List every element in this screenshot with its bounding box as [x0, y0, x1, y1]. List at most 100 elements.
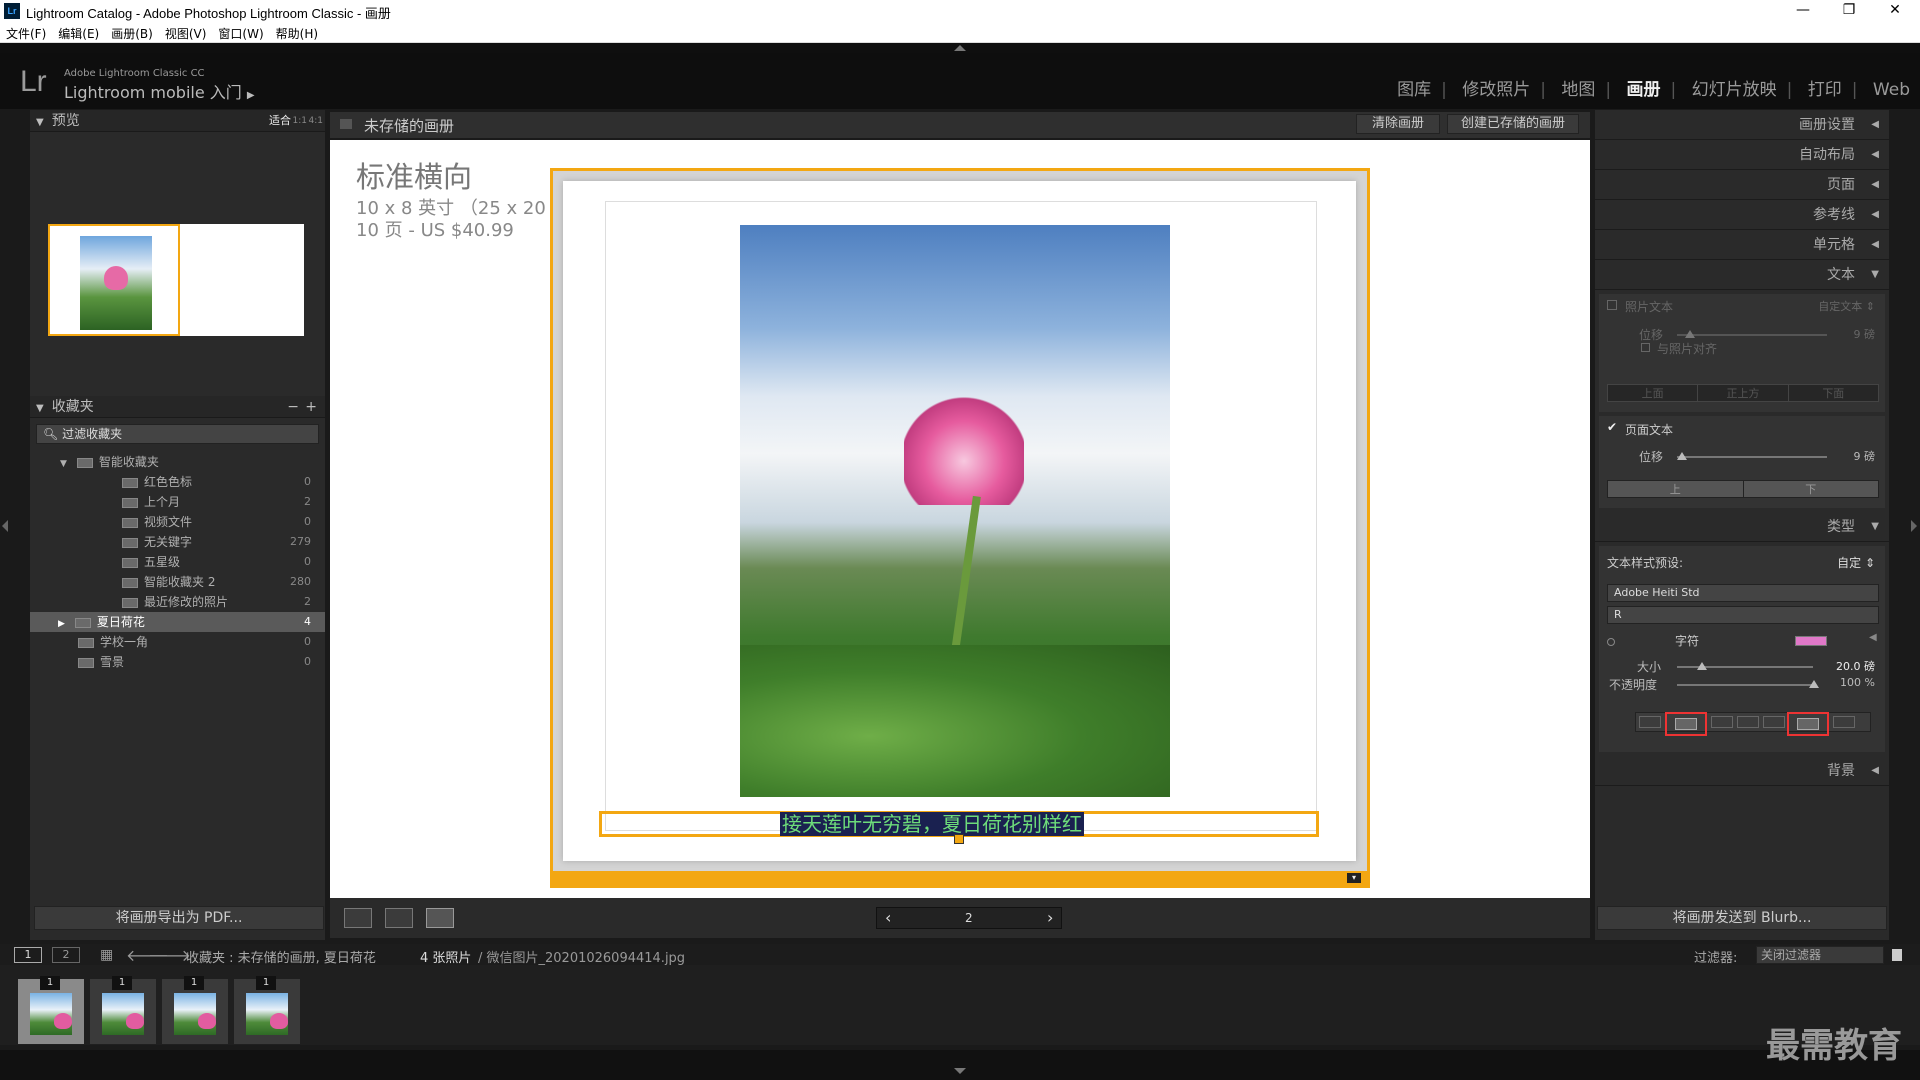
align-photo-checkbox[interactable] [1641, 343, 1650, 352]
current-file[interactable]: / 微信图片_20201026094414.jpg [478, 947, 685, 966]
single-page-view-icon[interactable] [426, 908, 454, 928]
collapse-left-icon[interactable]: ◀ [1869, 632, 1877, 643]
menu-file[interactable]: 文件(F) [0, 22, 52, 45]
export-pdf-button[interactable]: 将画册导出为 PDF... [34, 906, 324, 930]
section-guides[interactable]: 参考线 ◀ [1595, 200, 1889, 230]
page-text-checkbox[interactable]: ✔ [1607, 420, 1617, 434]
filmstrip-thumb[interactable]: 1 [18, 976, 84, 1044]
style-preset-dropdown[interactable]: 自定 ⇕ [1837, 554, 1875, 571]
page-offset-slider[interactable] [1677, 456, 1827, 458]
smart-collection-item[interactable]: 无关键字 279 [30, 532, 325, 552]
page-text-cell[interactable]: 接天莲叶无穷碧，夏日荷花别样红 [599, 811, 1319, 844]
opacity-slider[interactable] [1677, 684, 1813, 686]
page-number-field[interactable]: 2 [965, 911, 973, 925]
secondary-window-button[interactable]: 2 [52, 947, 80, 963]
photo-text-checkbox[interactable] [1607, 300, 1617, 310]
photo-pos-over[interactable]: 正上方 [1698, 385, 1789, 401]
left-panel-toggle-icon[interactable] [2, 520, 8, 532]
send-to-blurb-button[interactable]: 将画册发送到 Blurb... [1597, 906, 1887, 930]
lotus-photo[interactable] [740, 225, 1170, 797]
menu-edit[interactable]: 编辑(E) [52, 22, 105, 45]
menu-view[interactable]: 视图(V) [159, 22, 213, 45]
character-color-swatch[interactable] [1795, 636, 1827, 646]
align-bottom-icon[interactable] [1833, 716, 1855, 728]
filmstrip-thumb[interactable]: 1 [234, 976, 300, 1044]
top-panel-toggle[interactable] [0, 43, 1920, 53]
align-center-icon[interactable] [1665, 712, 1707, 736]
photo-pos-below[interactable]: 下面 [1789, 385, 1878, 401]
bottom-panel-toggle[interactable] [0, 1050, 1920, 1080]
prev-page-button[interactable]: ‹ [885, 908, 891, 927]
primary-window-button[interactable]: 1 [14, 947, 42, 963]
preview-header[interactable]: ▼ 预览 适合 1:1 4:1 [30, 110, 325, 132]
page-pos-top[interactable]: 上 [1608, 481, 1744, 497]
section-background[interactable]: 背景 ◀ [1595, 756, 1889, 786]
filmstrip-thumb[interactable]: 1 [90, 976, 156, 1044]
align-right-icon[interactable] [1711, 716, 1733, 728]
remove-collection-button[interactable]: − [287, 396, 299, 418]
next-page-button[interactable]: › [1047, 908, 1053, 927]
right-panel-toggle-icon[interactable] [1911, 520, 1917, 532]
grid-view-icon[interactable]: ▦ [100, 947, 113, 963]
close-button[interactable]: ✕ [1872, 0, 1918, 22]
collection-item[interactable]: 学校一角 0 [30, 632, 325, 652]
smart-collection-item[interactable]: 上个月 2 [30, 492, 325, 512]
minimize-button[interactable]: — [1780, 0, 1826, 22]
caption-text[interactable]: 接天莲叶无穷碧，夏日荷花别样红 [780, 812, 1084, 836]
source-path[interactable]: 收藏夹 : 未存储的画册, 夏日荷花 [186, 947, 376, 966]
menu-book[interactable]: 画册(B) [105, 22, 159, 45]
font-family-dropdown[interactable]: Adobe Heiti Std [1607, 584, 1879, 602]
collections-search-input[interactable]: 🔍︎ 过滤收藏夹 [36, 424, 319, 444]
page-menu-icon[interactable]: ▾ [1347, 873, 1361, 883]
collections-header[interactable]: ▼ 收藏夹 − + [30, 396, 325, 418]
page-pos-bottom[interactable]: 下 [1744, 481, 1879, 497]
section-type[interactable]: 类型 ▼ [1595, 512, 1889, 542]
collection-item[interactable]: 雪景 0 [30, 652, 325, 672]
module-map[interactable]: 地图 [1561, 80, 1595, 100]
module-library[interactable]: 图库 [1397, 80, 1431, 100]
create-saved-book-button[interactable]: 创建已存储的画册 [1447, 114, 1579, 134]
smart-collection-item[interactable]: 最近修改的照片 2 [30, 592, 325, 612]
slider-knob-icon[interactable] [1685, 330, 1695, 338]
photo-text-mode[interactable]: 自定文本 ⇕ [1818, 298, 1875, 314]
align-left-icon[interactable] [1639, 716, 1661, 728]
menu-window[interactable]: 窗口(W) [212, 22, 269, 45]
smart-collections-folder[interactable]: ▼ 智能收藏夹 [30, 452, 325, 472]
add-collection-button[interactable]: + [305, 396, 317, 418]
slider-knob-icon[interactable] [1809, 680, 1819, 688]
navigator-preview[interactable] [30, 132, 325, 382]
smart-collection-item[interactable]: 五星级 0 [30, 552, 325, 572]
filter-lock-icon[interactable] [1892, 949, 1902, 961]
collection-item-selected[interactable]: ▶ 夏日荷花 4 [30, 612, 325, 632]
filmstrip-thumb[interactable]: 1 [162, 976, 228, 1044]
selected-page[interactable]: 接天莲叶无穷碧，夏日荷花别样红 ▾ [550, 168, 1370, 888]
smart-collection-item[interactable]: 红色色标 0 [30, 472, 325, 492]
clear-book-button[interactable]: 清除画册 [1356, 114, 1440, 134]
identity-line2[interactable]: Lightroom mobile 入门 ▶ [64, 79, 255, 103]
menu-help[interactable]: 帮助(H) [270, 22, 324, 45]
preview-1-1[interactable]: 1:1 [293, 110, 307, 132]
preview-fit[interactable]: 适合 [269, 110, 291, 132]
preview-4-1[interactable]: 4:1 [309, 110, 323, 132]
section-book-settings[interactable]: 画册设置 ◀ [1595, 110, 1889, 140]
font-style-dropdown[interactable]: R [1607, 606, 1879, 624]
slider-knob-icon[interactable] [1697, 662, 1707, 670]
module-book[interactable]: 画册 [1627, 80, 1661, 100]
photo-offset-slider[interactable] [1677, 334, 1827, 336]
module-print[interactable]: 打印 [1808, 80, 1842, 100]
section-auto-layout[interactable]: 自动布局 ◀ [1595, 140, 1889, 170]
smart-collection-item[interactable]: 智能收藏夹 2 280 [30, 572, 325, 592]
align-top-icon[interactable] [1763, 716, 1785, 728]
section-cell[interactable]: 单元格 ◀ [1595, 230, 1889, 260]
maximize-button[interactable]: ❐ [1826, 0, 1872, 22]
forward-arrow-icon[interactable]: 🡒 [148, 945, 191, 965]
smart-collection-item[interactable]: 视频文件 0 [30, 512, 325, 532]
target-adjust-icon[interactable] [1607, 638, 1615, 646]
section-page[interactable]: 页面 ◀ [1595, 170, 1889, 200]
filter-dropdown[interactable]: 关闭过滤器 [1756, 946, 1884, 964]
section-text[interactable]: 文本 ▼ [1595, 260, 1889, 290]
align-justify-icon[interactable] [1737, 716, 1759, 728]
module-slideshow[interactable]: 幻灯片放映 [1692, 80, 1777, 100]
module-develop[interactable]: 修改照片 [1462, 80, 1530, 100]
spread-view-icon[interactable] [385, 908, 413, 928]
